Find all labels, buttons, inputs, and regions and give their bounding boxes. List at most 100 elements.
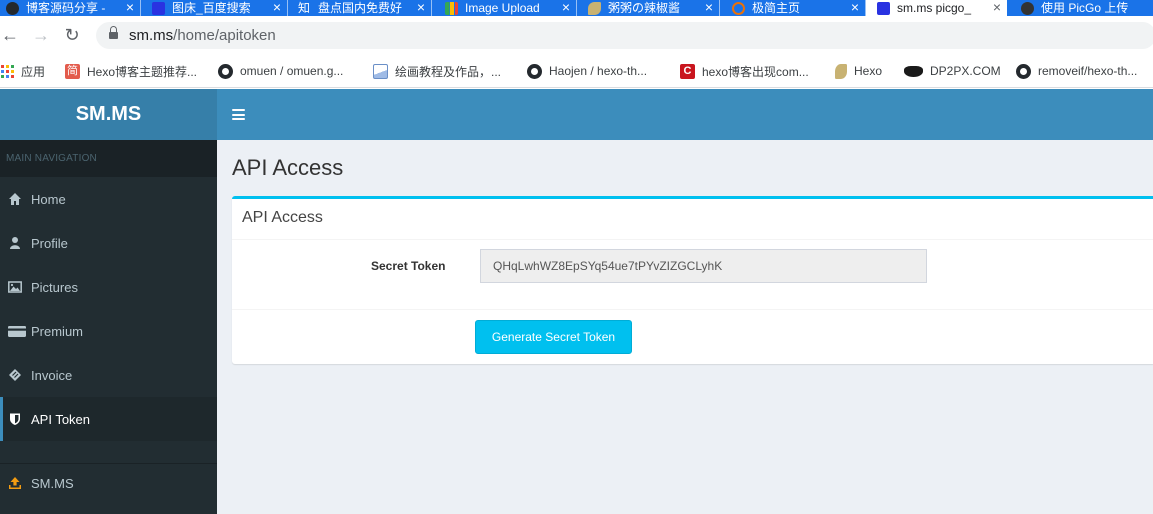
box-divider [232,239,1153,240]
tab-title: 极简主页 [752,1,801,15]
browser-toolbar: ← → ↻ sm.ms/home/apitoken [0,16,1153,54]
bookmark-item[interactable]: DP2PX.COM [904,63,1001,79]
sidebar-item-label: Invoice [31,367,73,383]
api-access-box: API Access Secret Token QHqLwhWZ8EpSYq54… [232,196,1153,364]
bookmark-label: Hexo博客主题推荐... [87,64,198,79]
bookmark-label: Hexo [854,64,883,78]
sidebar-item-label: API Token [31,411,91,427]
browser-tab[interactable]: 知 盘点国内免费好 × [288,0,431,16]
bookmark-label: Haojen / hexo-th... [549,64,648,78]
bookmark-item[interactable]: 简 Hexo博客主题推荐... [65,63,197,79]
apps-icon [1,64,14,78]
tab-title: Image Upload [465,1,540,15]
tab-title: 盘点国内免费好 [318,1,403,15]
bookmark-item[interactable]: Hexo [835,63,882,79]
secret-token-field[interactable]: QHqLwhWZ8EpSYq54ue7tPYvZIZGCLyhK [480,249,927,283]
browser-tab-strip: 博客源码分享 - × 图床_百度搜索 × 知 盘点国内免费好 × Image U… [0,0,1153,16]
feather-icon [835,63,847,79]
close-tab-icon[interactable]: × [562,0,570,14]
browser-tab[interactable]: 极简主页 × [720,0,865,16]
bookmark-item[interactable]: omuen / omuen.g... [218,63,343,79]
bookmark-item[interactable]: removeif/hexo-th... [1016,63,1137,79]
close-tab-icon[interactable]: × [273,0,281,14]
baidu-icon [152,1,165,15]
menu-toggle-icon[interactable] [232,109,245,120]
spider-icon [1021,1,1034,15]
ticket-icon [8,368,22,382]
bookmark-apps[interactable]: 应用 [1,63,45,79]
sidebar-item-home[interactable]: Home [0,177,217,221]
sidebar-item-label: Pictures [31,279,78,295]
bookmark-label: removeif/hexo-th... [1038,64,1138,78]
bookmark-item[interactable]: 绘画教程及作品，... [373,63,501,79]
bookmark-label: 绘画教程及作品，... [395,64,502,79]
user-icon [8,236,22,250]
bookmark-label: DP2PX.COM [930,64,1001,78]
shield-icon [8,412,22,426]
generate-token-button[interactable]: Generate Secret Token [475,320,632,354]
bookmark-item[interactable]: Haojen / hexo-th... [527,63,647,79]
reload-icon[interactable]: ↻ [62,25,82,45]
secret-token-label: Secret Token [371,259,446,273]
bookmark-label: hexo博客出现com... [702,64,809,79]
browser-tab[interactable]: 博客源码分享 - × [0,0,140,16]
close-tab-icon[interactable]: × [417,0,425,14]
sidebar: MAIN NAVIGATION Home Profile Pictures Pr… [0,140,217,514]
sidebar-item-label: Profile [31,235,68,251]
bookmark-label: 应用 [21,64,46,79]
image-icon [373,63,388,79]
sidebar-item-label: SM.MS [31,475,74,491]
lock-icon[interactable] [109,26,118,39]
bookmarks-bar: 应用 简 Hexo博客主题推荐... omuen / omuen.g... 绘画… [0,54,1153,88]
app-header: SM.MS [0,89,1153,140]
sidebar-item-profile[interactable]: Profile [0,221,217,265]
box-divider [232,309,1153,310]
page-title: API Access [232,155,344,180]
close-tab-icon[interactable]: × [851,0,859,14]
address-bar[interactable]: sm.ms/home/apitoken [96,22,1153,49]
back-icon[interactable]: ← [0,25,20,45]
sidebar-item-label: Premium [31,323,84,339]
sidebar-item-invoice[interactable]: Invoice [0,353,217,397]
c-icon: C [680,63,695,79]
browser-tab[interactable]: Image Upload × [432,0,576,16]
sidebar-item-smms[interactable]: SM.MS [0,461,217,505]
forward-icon[interactable]: → [31,25,51,45]
github-icon [1016,63,1031,79]
github-icon [527,63,542,79]
close-tab-icon[interactable]: × [126,0,134,14]
baidu-icon [877,1,890,15]
bookmark-label: omuen / omuen.g... [240,64,344,78]
picture-icon [8,280,22,294]
site-logo[interactable]: SM.MS [0,89,217,140]
sidebar-item-pictures[interactable]: Pictures [0,265,217,309]
sidebar-item-premium[interactable]: Premium [0,309,217,353]
github-icon [218,63,233,79]
bookmark-item[interactable]: C hexo博客出现com... [680,63,809,79]
close-tab-icon[interactable]: × [705,0,713,14]
close-tab-icon[interactable]: × [993,0,1001,14]
chart-icon [445,1,458,15]
batman-icon [904,65,923,77]
jian-icon: 简 [65,63,80,79]
tab-title: 粥粥の辣椒酱 [608,1,681,15]
tab-title: 博客源码分享 - [26,1,106,15]
credit-card-icon [8,324,26,338]
search-icon [732,1,745,15]
upload-icon [8,476,22,490]
home-icon [8,192,22,206]
browser-tab[interactable]: 粥粥の辣椒酱 × [577,0,719,16]
tab-title: sm.ms picgo_ [897,1,972,15]
zhihu-icon: 知 [298,0,311,15]
box-title: API Access [242,209,323,226]
url-text: sm.ms/home/apitoken [129,27,276,44]
feather-icon [588,1,601,15]
browser-tab-active[interactable]: sm.ms picgo_ × [866,0,1007,16]
sidebar-item-api-token[interactable]: API Token [0,397,217,441]
github-icon [6,1,19,15]
browser-tab[interactable]: 使用 PicGo 上传 [1008,0,1153,16]
browser-tab[interactable]: 图床_百度搜索 × [141,0,287,16]
tab-title: 使用 PicGo 上传 [1041,1,1129,15]
tab-title: 图床_百度搜索 [172,1,251,15]
sidebar-item-label: Home [31,191,66,207]
